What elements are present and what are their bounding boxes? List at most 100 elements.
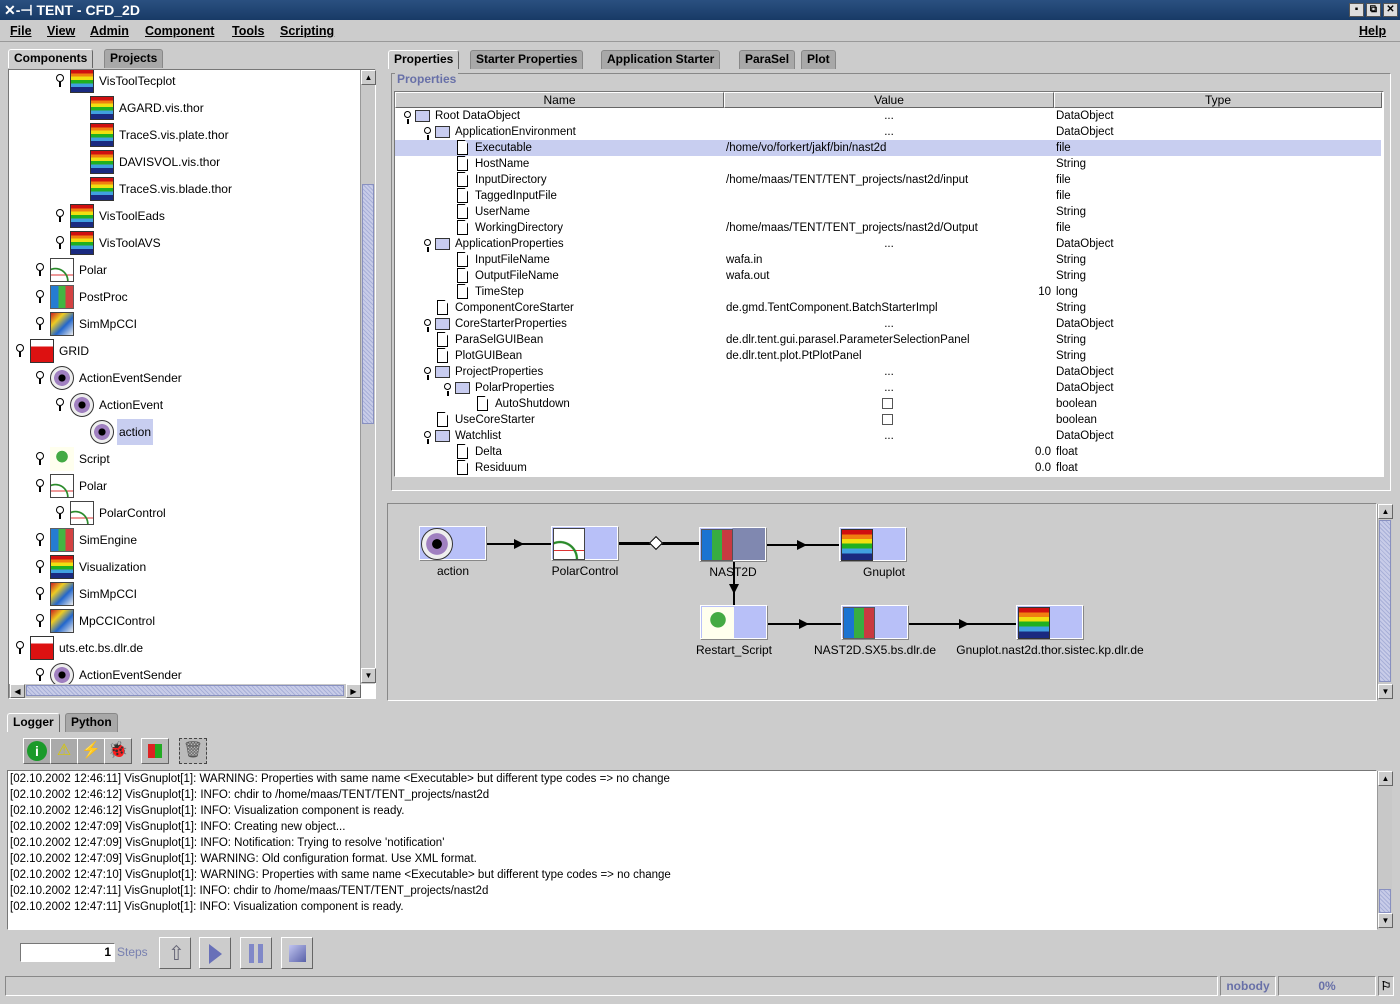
scroll-up-button[interactable]: ▲ — [1378, 504, 1393, 519]
tree-item[interactable]: PostProc — [9, 284, 359, 310]
property-value[interactable]: /home/vo/forkert/jakf/bin/nast2d — [726, 140, 886, 156]
log-area[interactable]: [02.10.2002 12:46:11] VisGnuplot[1]: WAR… — [7, 770, 1377, 930]
property-row[interactable]: Root DataObject... DataObject — [395, 108, 1381, 124]
column-header-value[interactable]: Value — [724, 92, 1054, 108]
steps-input[interactable]: 1 — [20, 943, 115, 962]
tree-toggle-icon[interactable] — [36, 533, 44, 546]
tree-toggle-icon[interactable] — [36, 479, 44, 492]
step-button[interactable]: ⇧ — [159, 937, 191, 969]
workflow-node-action[interactable] — [419, 526, 486, 560]
workflow-node-polar[interactable] — [551, 526, 618, 560]
property-value[interactable]: wafa.out — [726, 268, 769, 284]
property-value[interactable]: de.dlr.tent.gui.parasel.ParameterSelecti… — [726, 332, 970, 348]
property-row[interactable]: HostName String — [395, 156, 1381, 172]
property-value[interactable]: ... — [724, 108, 1054, 124]
property-value[interactable]: 10 — [724, 284, 1051, 300]
property-row[interactable]: ComponentCoreStarter de.gmd.TentComponent… — [395, 300, 1381, 316]
property-value[interactable]: de.gmd.TentComponent.BatchStarterImpl — [726, 300, 938, 316]
tree-toggle-icon[interactable] — [36, 290, 44, 303]
tree-toggle-icon[interactable] — [56, 398, 64, 411]
tree-toggle-icon[interactable] — [424, 239, 431, 252]
tree-item[interactable]: Polar — [9, 473, 359, 499]
property-value[interactable]: /home/maas/TENT/TENT_projects/nast2d/inp… — [726, 172, 968, 188]
tree-toggle-icon[interactable] — [36, 452, 44, 465]
column-header-name[interactable]: Name — [395, 92, 724, 108]
close-button[interactable]: ✕ — [1383, 3, 1398, 17]
menu-component[interactable]: Component — [145, 24, 214, 38]
property-value[interactable]: 0.0 — [724, 444, 1051, 460]
property-row[interactable]: AutoShutdown boolean — [395, 396, 1381, 412]
property-row[interactable]: TimeStep 10 long — [395, 284, 1381, 300]
tree-toggle-icon[interactable] — [56, 74, 64, 87]
menu-file[interactable]: File — [10, 24, 32, 38]
property-row[interactable]: Watchlist... DataObject — [395, 428, 1381, 444]
tree-item[interactable]: PolarControl — [9, 500, 359, 526]
property-value[interactable]: ... — [724, 380, 1054, 396]
property-row[interactable]: UserName String — [395, 204, 1381, 220]
property-value[interactable]: ... — [724, 364, 1054, 380]
tab-components[interactable]: Components — [8, 49, 94, 68]
tree-item[interactable]: Script — [9, 446, 359, 472]
tree-toggle-icon[interactable] — [36, 587, 44, 600]
tree-toggle-icon[interactable] — [16, 344, 24, 357]
pause-button[interactable] — [240, 937, 272, 969]
tab-starter-properties[interactable]: Starter Properties — [470, 50, 584, 69]
tab-python[interactable]: Python — [65, 713, 118, 732]
scroll-thumb[interactable] — [26, 685, 344, 696]
property-value[interactable]: ... — [724, 236, 1054, 252]
scroll-up-button[interactable]: ▲ — [361, 70, 376, 85]
scroll-thumb[interactable] — [362, 184, 374, 424]
property-row[interactable]: ApplicationEnvironment... DataObject — [395, 124, 1381, 140]
property-row[interactable]: InputDirectory/home/maas/TENT/TENT_proje… — [395, 172, 1381, 188]
clear-log-button[interactable]: 🗑 — [179, 738, 207, 764]
tree-toggle-icon[interactable] — [56, 506, 64, 519]
tree-toggle-icon[interactable] — [424, 319, 431, 332]
tree-toggle-icon[interactable] — [36, 371, 44, 384]
property-value[interactable]: wafa.in — [726, 252, 762, 268]
property-row[interactable]: OutputFileName wafa.out String — [395, 268, 1381, 284]
property-value[interactable]: ... — [724, 124, 1054, 140]
property-row[interactable]: TaggedInputFile file — [395, 188, 1381, 204]
play-button[interactable] — [199, 937, 231, 969]
property-row[interactable]: Executable/home/vo/forkert/jakf/bin/nast… — [395, 140, 1381, 156]
property-row[interactable]: ParaSelGUIBean de.dlr.tent.gui.parasel.Pa… — [395, 332, 1381, 348]
menu-help[interactable]: Help — [1359, 24, 1386, 38]
tree-toggle-icon[interactable] — [36, 263, 44, 276]
scroll-down-button[interactable]: ▼ — [361, 668, 376, 683]
tree-item[interactable]: SimMpCCI — [9, 311, 359, 337]
tree-item[interactable]: ActionEventSender — [9, 365, 359, 391]
property-row[interactable]: WorkingDirectory/home/maas/TENT/TENT_pro… — [395, 220, 1381, 236]
scroll-right-button[interactable]: ▶ — [346, 684, 361, 698]
menu-tools[interactable]: Tools — [232, 24, 264, 38]
tree-vertical-scrollbar[interactable]: ▲ ▼ — [360, 70, 376, 684]
scroll-thumb[interactable] — [1379, 520, 1391, 682]
tab-properties[interactable]: Properties — [388, 50, 460, 69]
property-row[interactable]: CoreStarterProperties... DataObject — [395, 316, 1381, 332]
tab-logger[interactable]: Logger — [7, 713, 60, 732]
scroll-up-button[interactable]: ▲ — [1378, 771, 1393, 786]
tree-item[interactable]: VisToolAVS — [9, 230, 359, 256]
property-row[interactable]: UseCoreStarter boolean — [395, 412, 1381, 428]
tree-toggle-icon[interactable] — [16, 641, 24, 654]
tab-parasel[interactable]: ParaSel — [739, 50, 796, 69]
column-header-type[interactable]: Type — [1054, 92, 1382, 108]
tab-plot[interactable]: Plot — [801, 50, 836, 69]
tree-toggle-icon[interactable] — [424, 127, 431, 140]
tab-application-starter[interactable]: Application Starter — [601, 50, 721, 69]
colors-button[interactable] — [141, 738, 169, 764]
property-checkbox[interactable] — [882, 414, 893, 425]
tree-item[interactable]: TraceS.vis.plate.thor — [9, 122, 359, 148]
tree-toggle-icon[interactable] — [424, 367, 431, 380]
tree-toggle-icon[interactable] — [404, 111, 411, 124]
tree-toggle-icon[interactable] — [36, 317, 44, 330]
tree-toggle-icon[interactable] — [36, 668, 44, 681]
tree-toggle-icon[interactable] — [56, 236, 64, 249]
property-row[interactable]: PolarProperties... DataObject — [395, 380, 1381, 396]
workflow-node-restart[interactable] — [700, 605, 767, 639]
workflow-node-gnu[interactable] — [839, 527, 906, 561]
property-row[interactable]: ProjectProperties... DataObject — [395, 364, 1381, 380]
tree-item[interactable]: TraceS.vis.blade.thor — [9, 176, 359, 202]
tree-item[interactable]: MpCCIControl — [9, 608, 359, 634]
property-row[interactable]: Residuum 0.0 float — [395, 460, 1381, 476]
tree-toggle-icon[interactable] — [36, 560, 44, 573]
